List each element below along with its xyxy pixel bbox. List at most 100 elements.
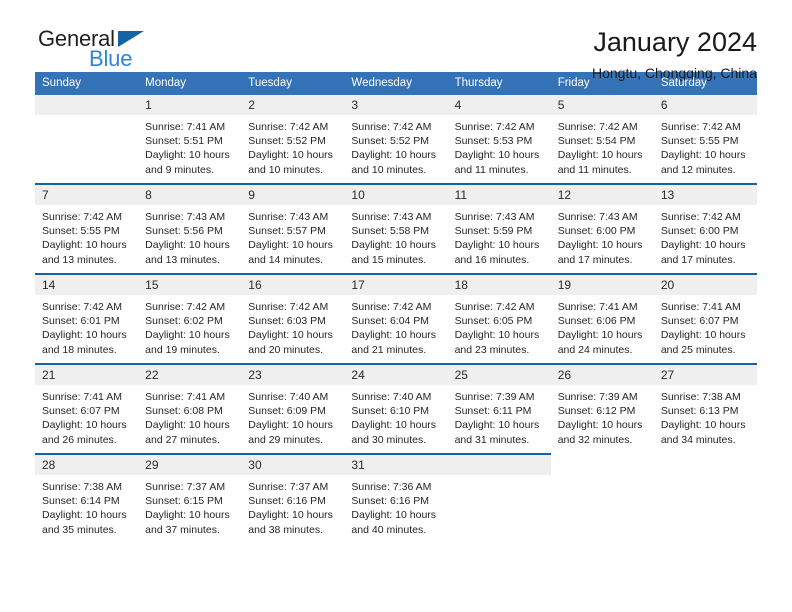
calendar-day-cell[interactable]: 20 Sunrise: 7:41 AM Sunset: 6:07 PM Dayligh… [653, 273, 757, 364]
day-details: Sunrise: 7:39 AM Sunset: 6:12 PM Daylight:… [551, 385, 654, 447]
day-sunrise-line: Sunrise: 7:43 AM [454, 211, 535, 223]
calendar-day-cell[interactable]: 30 Sunrise: 7:37 AM Sunset: 6:16 PM Dayligh… [241, 453, 345, 543]
calendar-day-cell[interactable]: 4 Sunrise: 7:42 AM Sunset: 5:53 PM Daylight… [447, 95, 551, 184]
day-number: 27 [653, 365, 757, 385]
calendar-day-cell[interactable]: 2 Sunrise: 7:42 AM Sunset: 5:52 PM Daylight… [241, 95, 345, 184]
general-blue-logo[interactable]: General Blue [35, 26, 205, 74]
calendar-day-cell[interactable]: 19 Sunrise: 7:41 AM Sunset: 6:06 PM Dayligh… [550, 273, 654, 364]
day-daylight-line: and 29 minutes. [248, 433, 323, 446]
day-sunset-line: Sunset: 6:07 PM [42, 405, 120, 418]
day-details: Sunrise: 7:42 AM Sunset: 5:55 PM Daylight:… [654, 115, 757, 177]
calendar-day-cell[interactable]: 11 Sunrise: 7:43 AM Sunset: 5:59 PM Dayligh… [447, 183, 551, 274]
calendar-day-cell[interactable]: 29 Sunrise: 7:37 AM Sunset: 6:15 PM Dayligh… [138, 453, 242, 543]
calendar-day-cell[interactable]: 28 Sunrise: 7:38 AM Sunset: 6:14 PM Dayligh… [35, 453, 139, 543]
day-sunrise-line: Sunrise: 7:41 AM [660, 301, 741, 313]
calendar-week-row: 28 Sunrise: 7:38 AM Sunset: 6:14 PM Dayligh… [35, 453, 757, 543]
day-daylight-line: and 11 minutes. [454, 163, 529, 176]
day-daylight-line: Daylight: 10 hours [351, 329, 437, 342]
calendar-day-cell[interactable]: 7 Sunrise: 7:42 AM Sunset: 5:55 PM Daylight… [35, 183, 139, 274]
calendar-day-cell[interactable]: 6 Sunrise: 7:42 AM Sunset: 5:55 PM Daylight… [653, 95, 757, 184]
day-number: 7 [35, 185, 139, 205]
day-number: 23 [241, 365, 345, 385]
day-daylight-line: and 10 minutes. [351, 163, 427, 176]
day-sunset-line: Sunset: 6:07 PM [660, 315, 739, 328]
day-daylight-line: Daylight: 10 hours [454, 329, 540, 342]
day-sunrise-line: Sunrise: 7:43 AM [145, 211, 226, 223]
day-sunset-line: Sunset: 5:52 PM [248, 135, 326, 148]
day-number: 16 [241, 275, 345, 295]
calendar-day-cell[interactable]: 10 Sunrise: 7:43 AM Sunset: 5:58 PM Dayligh… [344, 183, 448, 274]
weekday-header-sunday: Sunday [35, 72, 139, 95]
day-daylight-line: and 37 minutes. [145, 523, 220, 536]
day-daylight-line: Daylight: 10 hours [42, 509, 127, 522]
weekday-header-wednesday: Wednesday [344, 72, 448, 95]
calendar-day-cell[interactable]: 8 Sunrise: 7:43 AM Sunset: 5:56 PM Daylight… [138, 183, 242, 274]
day-daylight-line: Daylight: 10 hours [351, 419, 437, 432]
day-sunset-line: Sunset: 6:02 PM [145, 315, 223, 328]
day-sunrise-line: Sunrise: 7:40 AM [248, 391, 329, 403]
day-daylight-line: and 25 minutes. [660, 343, 736, 356]
day-daylight-line: and 24 minutes. [557, 343, 633, 356]
day-sunrise-line: Sunrise: 7:39 AM [454, 391, 535, 403]
day-details: Sunrise: 7:42 AM Sunset: 5:55 PM Daylight:… [35, 205, 138, 267]
calendar-day-cell[interactable]: 23 Sunrise: 7:40 AM Sunset: 6:09 PM Dayligh… [241, 363, 345, 454]
calendar-day-cell[interactable]: 16 Sunrise: 7:42 AM Sunset: 6:03 PM Dayligh… [241, 273, 345, 364]
day-daylight-line: Daylight: 10 hours [145, 149, 230, 162]
calendar-week-row: 1 Sunrise: 7:41 AM Sunset: 5:51 PM Daylight… [35, 95, 757, 184]
triangle-icon [118, 31, 144, 47]
calendar-day-cell[interactable]: 15 Sunrise: 7:42 AM Sunset: 6:02 PM Dayligh… [138, 273, 242, 364]
day-sunrise-line: Sunrise: 7:43 AM [557, 211, 638, 223]
day-number: 25 [447, 365, 551, 385]
day-daylight-line: and 16 minutes. [454, 253, 530, 266]
day-sunset-line: Sunset: 6:11 PM [454, 405, 532, 418]
day-details: Sunrise: 7:42 AM Sunset: 6:01 PM Daylight:… [35, 295, 138, 357]
calendar-day-cell[interactable]: 27 Sunrise: 7:38 AM Sunset: 6:13 PM Dayligh… [653, 363, 757, 454]
day-number: 19 [550, 275, 654, 295]
calendar-day-cell[interactable]: 1 Sunrise: 7:41 AM Sunset: 5:51 PM Daylight… [138, 95, 242, 184]
day-sunrise-line: Sunrise: 7:42 AM [660, 121, 741, 133]
day-number: 9 [241, 185, 345, 205]
day-sunset-line: Sunset: 6:05 PM [454, 315, 533, 328]
day-number: 21 [35, 365, 139, 385]
calendar-day-cell[interactable]: 18 Sunrise: 7:42 AM Sunset: 6:05 PM Dayligh… [447, 273, 551, 364]
page-title: January 2024 [593, 27, 757, 57]
day-daylight-line: Daylight: 10 hours [248, 239, 333, 252]
day-sunrise-line: Sunrise: 7:37 AM [145, 481, 226, 493]
day-number: 29 [138, 455, 242, 475]
calendar-day-cell[interactable]: 17 Sunrise: 7:42 AM Sunset: 6:04 PM Dayligh… [344, 273, 448, 364]
day-number: 12 [550, 185, 654, 205]
calendar-day-cell[interactable]: 9 Sunrise: 7:43 AM Sunset: 5:57 PM Daylight… [241, 183, 345, 274]
day-number [654, 454, 757, 474]
calendar-day-cell[interactable]: 25 Sunrise: 7:39 AM Sunset: 6:11 PM Dayligh… [447, 363, 551, 454]
day-sunrise-line: Sunrise: 7:38 AM [42, 481, 122, 493]
calendar-day-cell[interactable]: 3 Sunrise: 7:42 AM Sunset: 5:52 PM Daylight… [344, 95, 448, 184]
calendar-day-cell[interactable]: 13 Sunrise: 7:42 AM Sunset: 6:00 PM Dayligh… [653, 183, 757, 274]
day-sunrise-line: Sunrise: 7:43 AM [351, 211, 432, 223]
day-details: Sunrise: 7:38 AM Sunset: 6:13 PM Daylight:… [654, 385, 757, 447]
calendar-day-cell[interactable]: 26 Sunrise: 7:39 AM Sunset: 6:12 PM Dayligh… [550, 363, 654, 454]
weekday-header-tuesday: Tuesday [241, 72, 345, 95]
calendar-day-cell[interactable]: 24 Sunrise: 7:40 AM Sunset: 6:10 PM Dayligh… [344, 363, 448, 454]
day-daylight-line: and 11 minutes. [557, 163, 632, 176]
calendar-empty-cell [447, 453, 551, 543]
day-details: Sunrise: 7:37 AM Sunset: 6:15 PM Daylight:… [138, 475, 241, 537]
day-daylight-line: and 30 minutes. [351, 433, 427, 446]
day-daylight-line: Daylight: 10 hours [660, 239, 746, 252]
day-daylight-line: Daylight: 10 hours [351, 149, 437, 162]
calendar-day-cell[interactable]: 31 Sunrise: 7:36 AM Sunset: 6:16 PM Dayligh… [344, 453, 448, 543]
day-details: Sunrise: 7:42 AM Sunset: 6:04 PM Daylight:… [344, 295, 447, 357]
calendar-day-cell[interactable]: 5 Sunrise: 7:42 AM Sunset: 5:54 PM Daylight… [550, 95, 654, 184]
day-number: 8 [138, 185, 242, 205]
logo-text-blue: Blue [89, 46, 133, 71]
day-daylight-line: and 35 minutes. [42, 523, 117, 536]
day-details: Sunrise: 7:42 AM Sunset: 6:03 PM Daylight:… [241, 295, 344, 357]
calendar-day-cell[interactable]: 14 Sunrise: 7:42 AM Sunset: 6:01 PM Dayligh… [35, 273, 139, 364]
calendar-day-cell[interactable]: 22 Sunrise: 7:41 AM Sunset: 6:08 PM Dayligh… [138, 363, 242, 454]
day-sunset-line: Sunset: 6:15 PM [145, 495, 223, 508]
day-number: 5 [550, 95, 654, 115]
calendar-day-cell[interactable]: 21 Sunrise: 7:41 AM Sunset: 6:07 PM Dayligh… [35, 363, 139, 454]
day-daylight-line: Daylight: 10 hours [557, 419, 643, 432]
day-daylight-line: and 14 minutes. [248, 253, 323, 266]
day-sunset-line: Sunset: 5:52 PM [351, 135, 430, 148]
calendar-day-cell[interactable]: 12 Sunrise: 7:43 AM Sunset: 6:00 PM Dayligh… [550, 183, 654, 274]
